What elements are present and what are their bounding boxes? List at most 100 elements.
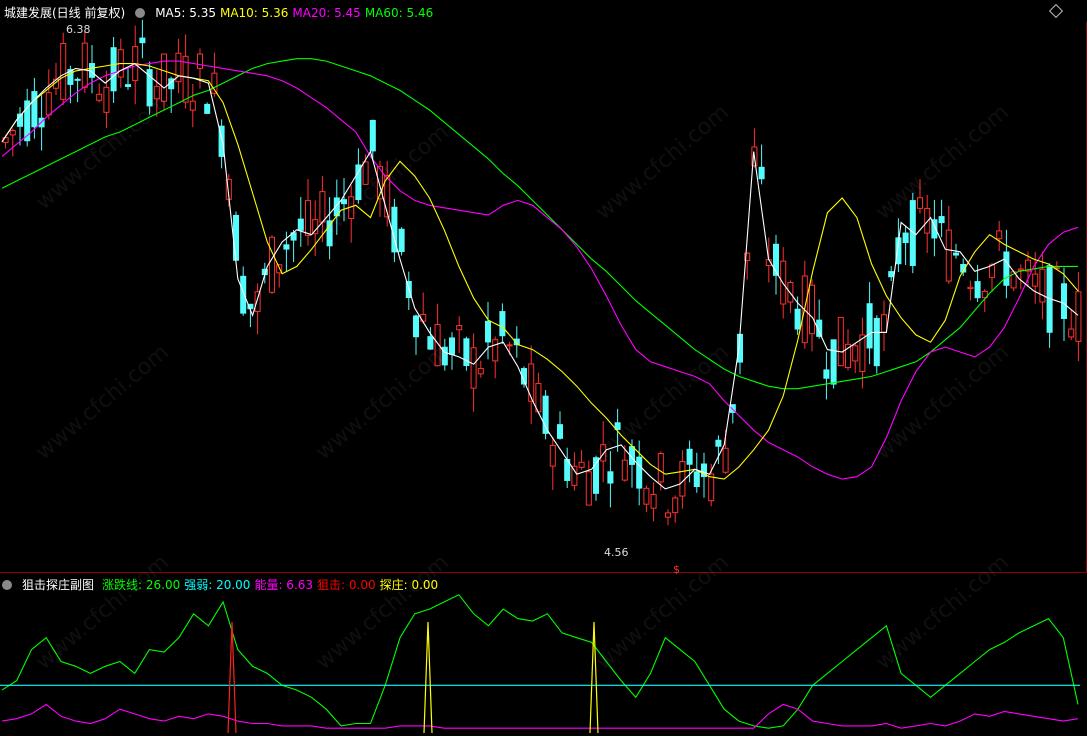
signal-mark: $ (673, 563, 680, 576)
candle-body (492, 339, 499, 362)
candle-body (974, 281, 981, 299)
candle-body (304, 200, 312, 236)
candle-body (9, 130, 16, 136)
candle-body (794, 308, 801, 330)
candle-body (362, 161, 369, 185)
candle-body (319, 191, 326, 223)
candle-body (369, 119, 376, 152)
candle-body (470, 347, 477, 389)
candle-body (1039, 268, 1046, 303)
candle-body (340, 199, 348, 205)
indicator-legend-0: 涨跌线: 26.00 (102, 578, 181, 592)
candle-body (715, 439, 722, 447)
candle-body (240, 275, 247, 314)
candle-body (1032, 273, 1039, 287)
candle-body (679, 461, 686, 497)
candle-body (312, 219, 319, 235)
candle-body (31, 91, 38, 128)
indicator-line-0 (1, 594, 1079, 729)
candle-body (708, 473, 715, 502)
indicator-subchart (0, 594, 1080, 734)
candle-body (45, 92, 52, 116)
candle-body (456, 325, 463, 331)
candle-body (1017, 268, 1024, 271)
candle-body (967, 286, 974, 290)
candle-body (232, 214, 240, 261)
indicator-legend: 涨跌线: 26.00 强弱: 20.00 能量: 6.63 狙击: 0.00 探庄: 0… (102, 574, 442, 596)
candle-body (916, 197, 924, 209)
candle-body (657, 452, 664, 483)
candle-body (952, 252, 960, 256)
candle-body (74, 78, 81, 81)
ma-legend-1: MA10: 5.36 (219, 6, 289, 20)
ma-legend-0: MA5: 5.35 (155, 6, 216, 20)
candle-body (585, 471, 592, 506)
candle-body (607, 471, 614, 484)
candle-body (124, 84, 132, 87)
candle-body (693, 471, 700, 488)
candle-body (830, 339, 837, 385)
candle-body (549, 445, 556, 467)
candle-body (556, 424, 564, 439)
candle-body (427, 336, 434, 350)
candle-body (621, 459, 628, 481)
candle-body (420, 314, 427, 322)
indicator-header: 狙击探庄副图 涨跌线: 26.00 强弱: 20.00 能量: 6.63 狙击: 0.… (0, 574, 442, 596)
indicator-legend-2: 能量: 6.63 (254, 578, 314, 592)
main-chart-header: 城建发展(日线 前复权) MA5: 5.35 MA10: 5.36 MA20: 5.… (0, 2, 437, 24)
settings-dot-icon[interactable] (135, 8, 146, 18)
candle-body (571, 465, 578, 486)
candle-body (297, 218, 304, 231)
candle-body (477, 368, 484, 375)
ma60-line (1, 58, 1078, 390)
candle-body (888, 271, 895, 278)
candle-body (988, 264, 996, 278)
candle-body (103, 86, 110, 113)
indicator-line-2 (1, 703, 1079, 729)
candle-body (578, 461, 585, 468)
low-price-label: 4.56 (604, 546, 629, 559)
candle-body (448, 337, 456, 355)
candle-body (996, 230, 1003, 240)
indicator-title: 狙击探庄副图 (22, 578, 95, 592)
candle-body (535, 382, 542, 413)
candle-body (81, 42, 88, 88)
candle-body (182, 55, 189, 103)
candle-body (686, 448, 693, 465)
candle-body (506, 344, 513, 347)
candle-body (808, 284, 816, 335)
ma10-line (1, 63, 1079, 480)
candle-body (902, 232, 909, 244)
candle-body (852, 345, 859, 362)
main-price-chart (1, 19, 1082, 526)
candle-body (823, 369, 830, 379)
candle-body (355, 164, 362, 201)
candle-body (254, 291, 261, 312)
candle-body (1068, 328, 1075, 338)
ma5-line (1, 62, 1079, 490)
candle-body (664, 512, 672, 518)
candle-body (412, 315, 420, 338)
candle-body (398, 228, 405, 253)
candle-body (758, 166, 765, 180)
indicator-legend-1: 强弱: 20.00 (184, 578, 251, 592)
candle-body (1075, 291, 1082, 342)
signal-spike (423, 621, 433, 734)
candle-body (722, 447, 729, 473)
candle-body (643, 487, 650, 505)
candle-body (196, 53, 204, 69)
candle-body (672, 497, 679, 514)
candle-body (1060, 283, 1068, 319)
candle-body (204, 103, 211, 114)
candle-body (636, 456, 643, 489)
candle-body (268, 236, 276, 293)
candle-body (499, 311, 506, 337)
indicator-settings-dot-icon[interactable] (2, 580, 12, 590)
candle-body (189, 100, 196, 111)
candle-body (60, 43, 67, 100)
indicator-legend-4: 探庄: 0.00 (379, 578, 439, 592)
indicator-legend-3: 狙击: 0.00 (317, 578, 376, 592)
candle-body (859, 334, 866, 372)
candle-body (938, 216, 945, 224)
candle-body (1003, 251, 1010, 286)
